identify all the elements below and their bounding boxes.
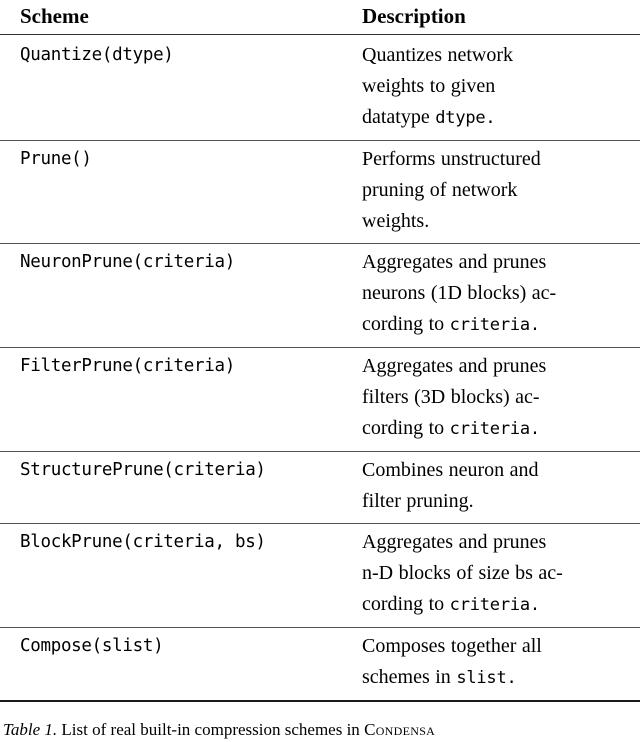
description-line: weights. xyxy=(362,210,430,232)
description-line: filter pruning. xyxy=(362,490,474,512)
description-line: cording to criteria. xyxy=(362,309,623,341)
description-line-text: schemes in xyxy=(362,666,457,688)
scheme-cell: FilterPrune(criteria) xyxy=(0,348,348,452)
description-line: cording to criteria. xyxy=(362,413,623,445)
table-body: Quantize(dtype) Quantizes network weight… xyxy=(0,37,640,703)
description-line: Quantizes network xyxy=(362,44,514,66)
description-cell: Composes together all schemes in slist. xyxy=(348,628,640,701)
description-line: pruning of network xyxy=(362,179,518,201)
scheme-cell: BlockPrune(criteria, bs) xyxy=(0,524,348,628)
description-line-text: cording to xyxy=(362,313,450,335)
description-cell: Performs unstructured pruning of network… xyxy=(348,141,640,244)
scheme-name: Compose(slist) xyxy=(20,636,164,656)
description-line: filters (3D blocks) ac- xyxy=(362,386,540,408)
description-line: Combines neuron and xyxy=(362,459,539,481)
caption-text: List of real built-in compression scheme… xyxy=(57,720,365,739)
description-line: Aggregates and prunes xyxy=(362,355,547,377)
table-row: NeuronPrune(criteria) Aggregates and pru… xyxy=(0,244,640,348)
description-cell: Combines neuron and filter pruning. xyxy=(348,452,640,524)
scheme-name: FilterPrune(criteria) xyxy=(20,356,235,376)
caption-label: Table 1. xyxy=(3,720,58,739)
description-line-text: cording to xyxy=(362,417,450,439)
description-code: slist. xyxy=(456,668,517,688)
table-row: StructurePrune(criteria) Combines neuron… xyxy=(0,452,640,524)
scheme-cell: NeuronPrune(criteria) xyxy=(0,244,348,348)
description-line-text: datatype xyxy=(362,106,436,128)
description-code: criteria. xyxy=(449,315,541,335)
column-header-description: Description xyxy=(362,4,466,28)
description-line: weights to given xyxy=(362,75,496,97)
table-figure: Scheme Description Quantize(dtype) Quant… xyxy=(0,0,640,742)
description-code: criteria. xyxy=(449,595,541,615)
description-cell: Aggregates and prunes filters (3D blocks… xyxy=(348,348,640,452)
description-line: Aggregates and prunes xyxy=(362,531,547,553)
scheme-cell: Prune() xyxy=(0,141,348,244)
scheme-name: NeuronPrune(criteria) xyxy=(20,252,235,272)
table-header-row: Scheme Description xyxy=(0,0,640,35)
scheme-name: Quantize(dtype) xyxy=(20,45,174,65)
scheme-cell: Quantize(dtype) xyxy=(0,37,348,141)
description-cell: Aggregates and prunes neurons (1D blocks… xyxy=(348,244,640,348)
description-line: neurons (1D blocks) ac- xyxy=(362,282,557,304)
scheme-cell: StructurePrune(criteria) xyxy=(0,452,348,524)
description-line-text: cording to xyxy=(362,593,450,615)
description-line: cording to criteria. xyxy=(362,589,623,621)
table-row: BlockPrune(criteria, bs) Aggregates and … xyxy=(0,524,640,628)
description-line: datatype dtype. xyxy=(362,102,623,134)
caption-library-name: Condensa xyxy=(364,720,436,739)
table-row: Prune() Performs unstructured pruning of… xyxy=(0,141,640,244)
description-line: Composes together all xyxy=(362,635,542,657)
column-header-scheme: Scheme xyxy=(20,4,89,28)
table-row: Quantize(dtype) Quantizes network weight… xyxy=(0,37,640,141)
table-caption: Table 1. List of real built-in compressi… xyxy=(0,702,640,742)
description-code: criteria. xyxy=(449,419,541,439)
description-line: schemes in slist. xyxy=(362,662,623,694)
description-cell: Quantizes network weights to given datat… xyxy=(348,37,640,141)
scheme-name: BlockPrune(criteria, bs) xyxy=(20,532,266,552)
table-row: Compose(slist) Composes together all sch… xyxy=(0,628,640,701)
description-line: Performs unstructured xyxy=(362,148,541,170)
compression-schemes-table: Scheme Description Quantize(dtype) Quant… xyxy=(0,0,640,703)
description-line: n-D blocks of size bs ac- xyxy=(362,562,563,584)
description-code: dtype. xyxy=(435,108,496,128)
scheme-name: StructurePrune(criteria) xyxy=(20,460,266,480)
description-line: Aggregates and prunes xyxy=(362,251,547,273)
table-header: Scheme Description xyxy=(0,0,640,37)
scheme-name: Prune() xyxy=(20,149,92,169)
description-cell: Aggregates and prunes n-D blocks of size… xyxy=(348,524,640,628)
scheme-cell: Compose(slist) xyxy=(0,628,348,701)
table-row: FilterPrune(criteria) Aggregates and pru… xyxy=(0,348,640,452)
